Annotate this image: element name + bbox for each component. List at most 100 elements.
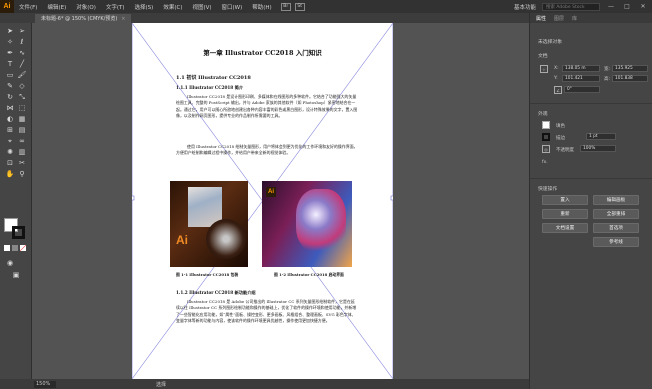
preferences-button[interactable]: 首选项 (593, 223, 639, 233)
gradient-tool-icon[interactable]: ▤ (17, 126, 27, 135)
close-button[interactable]: ✕ (638, 3, 648, 10)
zoom-level[interactable]: 150% (34, 380, 56, 388)
menu-file[interactable]: 文件(F) (14, 3, 42, 11)
rectangle-tool-icon[interactable]: ▭ (5, 71, 15, 80)
guides-button[interactable]: 参考线 (593, 237, 639, 247)
menu-object[interactable]: 对象(O) (71, 3, 101, 11)
figure-caption-1: 图 1-1 Illustrator CC2018 包装 (176, 272, 239, 277)
opacity-icon: ◎ (542, 145, 550, 153)
blend-tool-icon[interactable]: ∞ (17, 137, 27, 146)
document-section-label: 文档 (538, 54, 548, 59)
menu-view[interactable]: 视图(V) (187, 3, 216, 11)
artboard[interactable]: 第一章 Illustrator CC2018 入门知识 1.1 初识 Illus… (132, 23, 393, 379)
reset-button[interactable]: 重新 (542, 209, 588, 219)
x-field[interactable]: 138.05 m (562, 65, 600, 72)
paintbrush-tool-icon[interactable]: 🖌 (17, 71, 27, 80)
document-tab-bar: 未标题-6* @ 150% (CMYK/预览) × (0, 13, 529, 23)
menu-help[interactable]: 帮助(H) (247, 3, 276, 11)
stock-search-input[interactable]: 搜索 Adobe Stock (542, 2, 600, 11)
color-mode-icon[interactable] (4, 245, 10, 251)
hand-tool-icon[interactable]: ✋ (5, 170, 15, 179)
h-label: 高: (604, 77, 611, 82)
artboard-tool-icon[interactable]: ⊡ (5, 159, 15, 168)
paragraph-3: Illustrator CC2018 是 Adobe 公司推出的 Illustr… (176, 299, 357, 323)
stroke-weight-field[interactable]: 1 pt (586, 133, 616, 140)
splash-artwork (296, 189, 346, 253)
column-graph-tool-icon[interactable]: ▥ (17, 148, 27, 157)
menu-select[interactable]: 选择(S) (130, 3, 159, 11)
stroke-color-swatch[interactable] (542, 133, 550, 141)
direct-selection-tool-icon[interactable]: ➢ (17, 27, 27, 36)
status-tool-name: 选择 (156, 381, 167, 388)
stock-icon[interactable]: St (294, 2, 305, 11)
pen-tool-icon[interactable]: ✒ (5, 49, 15, 58)
lasso-tool-icon[interactable]: ℓ (17, 38, 27, 47)
none-mode-icon[interactable] (20, 245, 26, 251)
mesh-tool-icon[interactable]: ⊞ (5, 126, 15, 135)
fx-button[interactable]: fx. (542, 160, 548, 165)
eyedropper-tool-icon[interactable]: ⌖ (5, 137, 15, 146)
close-tab-icon[interactable]: × (121, 16, 125, 22)
rotate-tool-icon[interactable]: ↻ (5, 93, 15, 102)
symbol-sprayer-tool-icon[interactable]: ✺ (5, 148, 15, 157)
draw-mode-icon[interactable]: ◉ (5, 259, 15, 268)
stroke-swatch[interactable] (12, 226, 25, 239)
illustrator-window: Ai 文件(F) 编辑(E) 对象(O) 文字(T) 选择(S) 效果(C) 视… (0, 0, 652, 389)
figure-package-image: Ai (170, 181, 248, 267)
fill-label: 填色 (556, 124, 565, 129)
pencil-tool-icon[interactable]: ✎ (5, 82, 15, 91)
opacity-label: 不透明度 (556, 148, 574, 153)
eraser-tool-icon[interactable]: ◇ (17, 82, 27, 91)
rearrange-all-button[interactable]: 全部重排 (593, 209, 639, 219)
y-label: Y: (554, 76, 558, 81)
scale-tool-icon[interactable]: ⤡ (17, 93, 27, 102)
shape-builder-tool-icon[interactable]: ◐ (5, 115, 15, 124)
no-selection-label: 未选择对象 (538, 40, 562, 45)
reference-point-icon[interactable]: ⊹ (540, 65, 548, 73)
angle-field[interactable]: 0° (564, 86, 600, 93)
canvas-area[interactable]: 第一章 Illustrator CC2018 入门知识 1.1 初识 Illus… (32, 23, 529, 379)
gradient-mode-icon[interactable] (12, 245, 18, 251)
menu-bar: Ai 文件(F) 编辑(E) 对象(O) 文字(T) 选择(S) 效果(C) 视… (0, 0, 652, 13)
panel-divider (530, 178, 652, 179)
selection-tool-icon[interactable]: ➤ (5, 27, 15, 36)
perspective-grid-tool-icon[interactable]: ▦ (17, 115, 27, 124)
package-logo: Ai (176, 233, 188, 247)
menu-window[interactable]: 窗口(W) (217, 3, 248, 11)
disc-image (206, 219, 246, 259)
y-field[interactable]: 101.421 (562, 75, 600, 82)
bridge-icon[interactable]: Br (280, 2, 291, 11)
screen-mode-icon[interactable]: ▣ (11, 271, 21, 280)
w-label: 宽: (604, 67, 611, 72)
menu-edit[interactable]: 编辑(E) (42, 3, 71, 11)
fill-color-swatch[interactable] (542, 121, 550, 129)
line-tool-icon[interactable]: ╱ (17, 60, 27, 69)
minimize-button[interactable]: — (606, 3, 616, 10)
properties-panel: 属性 图层 库 未选择对象 文档 ⊹ X: 138.05 m 宽: 135.92… (529, 13, 652, 389)
type-tool-icon[interactable]: T (5, 60, 15, 69)
tab-properties[interactable]: 属性 (536, 15, 546, 22)
menu-effect[interactable]: 效果(C) (158, 3, 187, 11)
free-transform-tool-icon[interactable]: ⬚ (17, 104, 27, 113)
curvature-tool-icon[interactable]: ∿ (17, 49, 27, 58)
appearance-section-label: 外观 (538, 112, 548, 117)
figure-caption-2: 图 1-2 Illustrator CC2018 启动界面 (274, 272, 344, 277)
document-setup-button[interactable]: 文档设置 (542, 223, 588, 233)
menu-type[interactable]: 文字(T) (101, 3, 130, 11)
maximize-button[interactable]: □ (622, 3, 632, 10)
document-tab[interactable]: 未标题-6* @ 150% (CMYK/预览) × (35, 14, 132, 23)
slice-tool-icon[interactable]: ✂ (17, 159, 27, 168)
magic-wand-tool-icon[interactable]: ✧ (5, 38, 15, 47)
edit-artboards-button[interactable]: 编辑画板 (593, 195, 639, 205)
opacity-field[interactable]: 100% (580, 145, 616, 152)
h-field[interactable]: 101.838 (612, 75, 648, 82)
width-tool-icon[interactable]: ⋈ (5, 104, 15, 113)
tools-panel: ➤ ➢ ✧ ℓ ✒ ∿ T ╱ ▭ 🖌 ✎ ◇ ↻ ⤡ ⋈ ⬚ ◐ ▦ ⊞ ▤ … (0, 23, 32, 379)
tab-layers[interactable]: 图层 (554, 15, 564, 22)
splash-logo: Ai (266, 187, 276, 197)
w-field[interactable]: 135.925 (612, 65, 648, 72)
workspace-switcher[interactable]: 基本功能 (514, 3, 536, 11)
tab-libraries[interactable]: 库 (572, 15, 577, 22)
zoom-tool-icon[interactable]: ⚲ (17, 170, 27, 179)
place-button[interactable]: 置入 (542, 195, 588, 205)
